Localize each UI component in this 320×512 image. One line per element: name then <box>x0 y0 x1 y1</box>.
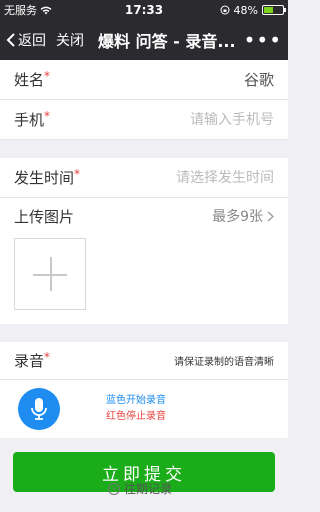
phone-row: 手机* <box>0 100 288 140</box>
upload-label: 上传图片 <box>14 207 75 226</box>
history-label: 往期记录 <box>124 482 173 496</box>
audio-group: 录音* 请保证录制的语音清晰 蓝色开始录音 红色停止录音 <box>0 342 288 438</box>
time-label: 发生时间* <box>14 167 81 187</box>
history-link[interactable]: 往期记录 <box>108 480 172 497</box>
tip-stop: 红色停止录音 <box>106 411 166 422</box>
add-image-button[interactable] <box>14 238 86 310</box>
time-picker-input[interactable] <box>124 169 274 186</box>
back-button[interactable]: 返回 <box>6 30 46 50</box>
time-row: 发生时间* <box>0 158 288 198</box>
audio-note: 请保证录制的语音清晰 <box>174 357 274 368</box>
status-time: 17:33 <box>124 3 164 17</box>
required-mark: * <box>44 69 51 83</box>
form-content: 姓名* 谷歌 手机* 发生时间* 上传图片 最多9张 录音* 请保证录制的语音清 <box>0 60 288 512</box>
record-button[interactable] <box>18 388 60 430</box>
chevron-right-icon <box>267 211 274 221</box>
clock-icon <box>108 482 120 495</box>
name-value[interactable]: 谷歌 <box>244 69 274 90</box>
footer: 立即提交 往期记录 <box>0 446 288 512</box>
name-label: 姓名* <box>14 69 51 89</box>
required-mark: * <box>74 167 81 181</box>
top-bar: 无服务 17:33 48% 返回 关闭 爆料 问答 - 录音... ••• <box>0 0 288 60</box>
chevron-left-icon <box>6 33 15 47</box>
upload-hint: 最多9张 <box>212 206 274 226</box>
contact-group: 姓名* 谷歌 手机* <box>0 60 288 140</box>
required-mark: * <box>44 109 51 123</box>
back-label: 返回 <box>18 33 46 49</box>
required-mark: * <box>44 350 51 364</box>
more-button[interactable]: ••• <box>244 28 282 52</box>
name-row[interactable]: 姓名* 谷歌 <box>0 60 288 100</box>
phone-label: 手机* <box>14 109 51 129</box>
microphone-icon <box>31 398 47 420</box>
audio-label: 录音* <box>14 350 51 370</box>
event-group: 发生时间* 上传图片 最多9张 <box>0 158 288 324</box>
phone-input[interactable] <box>124 111 274 128</box>
close-button[interactable]: 关闭 <box>56 30 84 50</box>
upload-row: 上传图片 最多9张 <box>0 198 288 234</box>
status-bar: 无服务 17:33 48% <box>0 0 288 20</box>
audio-row: 录音* 请保证录制的语音清晰 <box>0 342 288 380</box>
upload-area <box>0 234 288 324</box>
page-title: 爆料 问答 - 录音... <box>98 32 236 51</box>
battery-icon <box>262 5 286 15</box>
tip-start: 蓝色开始录音 <box>106 395 166 406</box>
record-tips: 蓝色开始录音 红色停止录音 <box>106 393 166 425</box>
navigation-bar: 返回 关闭 爆料 问答 - 录音... ••• <box>0 20 288 60</box>
record-area: 蓝色开始录音 红色停止录音 <box>0 380 288 438</box>
